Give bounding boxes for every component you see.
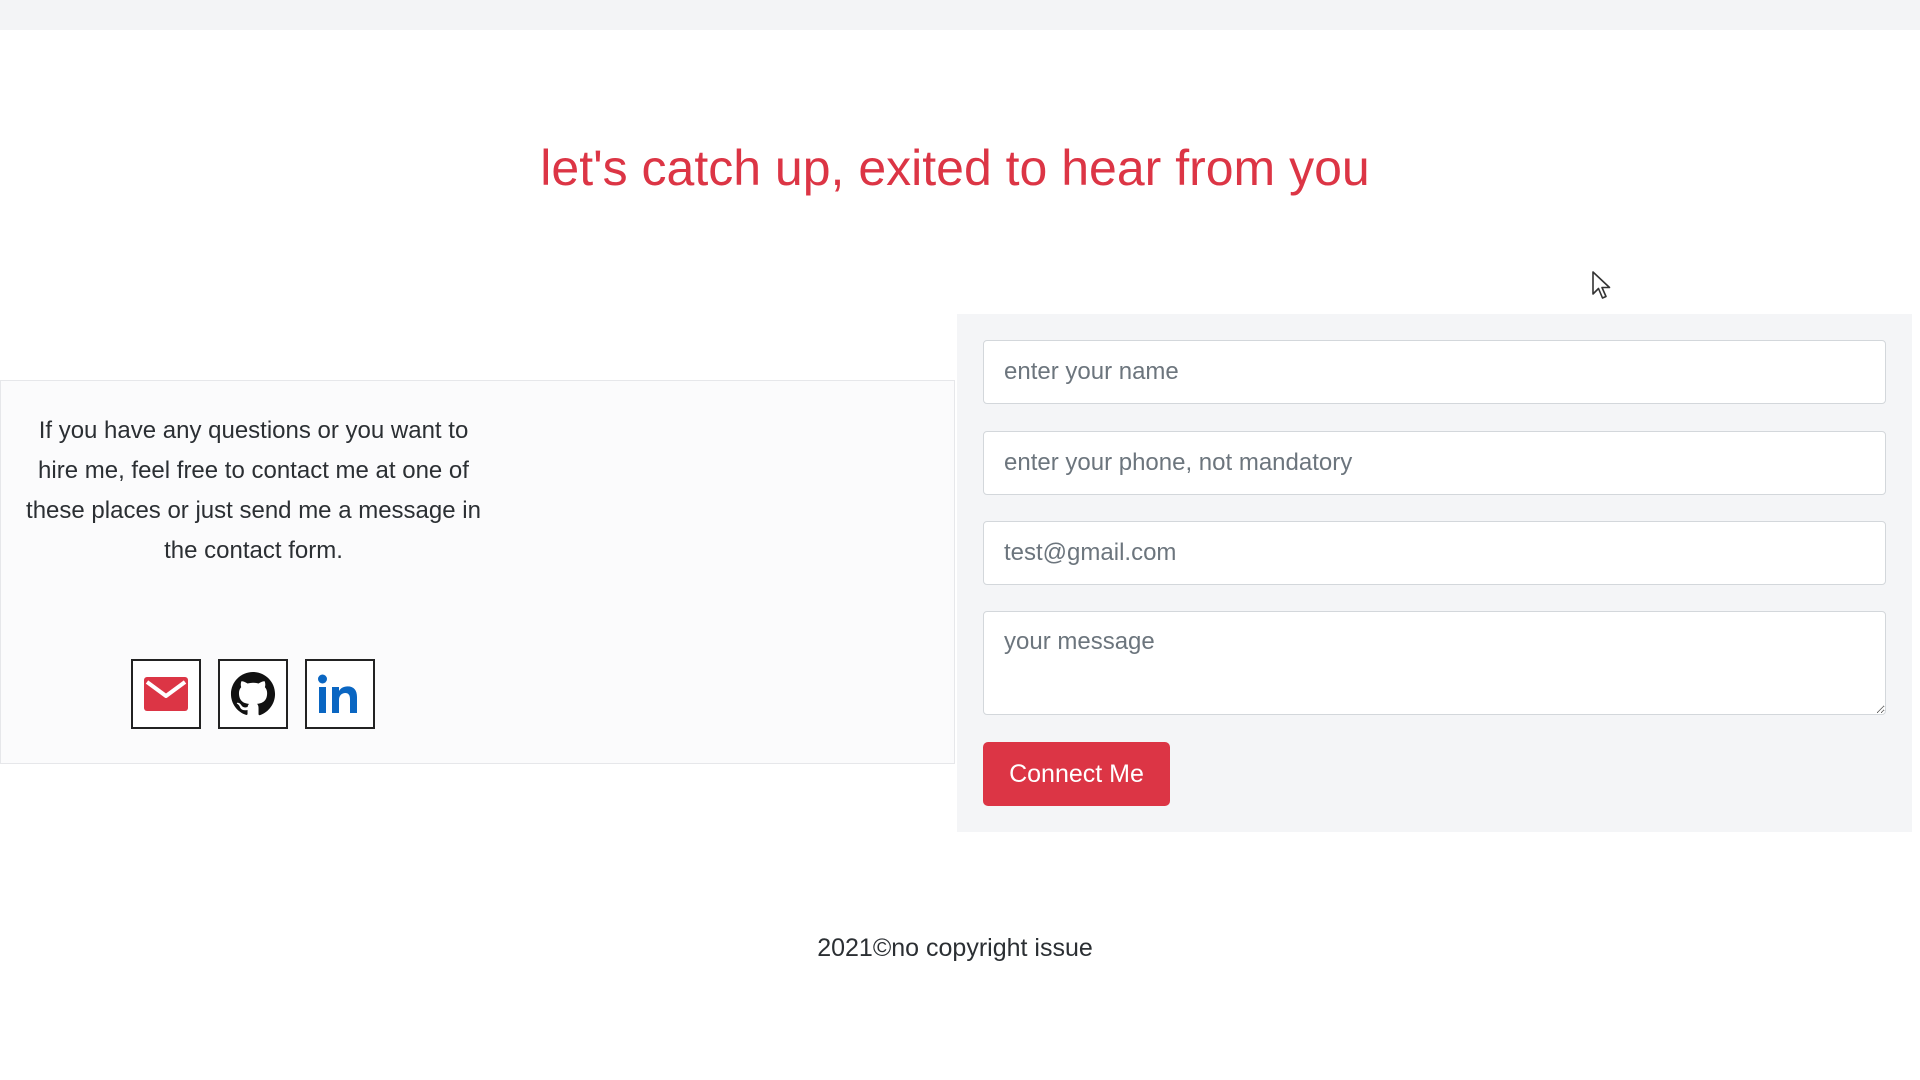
mouse-cursor-icon — [1591, 270, 1613, 307]
envelope-icon — [143, 676, 189, 712]
contact-form: Connect Me — [957, 314, 1912, 832]
linkedin-icon — [315, 671, 365, 717]
github-link[interactable] — [218, 659, 288, 729]
footer-copyright: 2021©no copyright issue — [817, 934, 1093, 962]
email-input[interactable] — [983, 521, 1886, 585]
github-icon — [230, 671, 276, 717]
name-input[interactable] — [983, 340, 1886, 404]
top-bar — [0, 0, 1920, 30]
connect-me-button[interactable]: Connect Me — [983, 742, 1170, 806]
message-textarea[interactable] — [983, 611, 1886, 715]
contact-info-card: If you have any questions or you want to… — [0, 380, 955, 764]
page-title: let's catch up, exited to hear from you — [540, 140, 1370, 196]
social-links — [131, 659, 375, 729]
phone-input[interactable] — [983, 431, 1886, 495]
linkedin-link[interactable] — [305, 659, 375, 729]
contact-info-text: If you have any questions or you want to… — [26, 417, 481, 564]
email-link[interactable] — [131, 659, 201, 729]
